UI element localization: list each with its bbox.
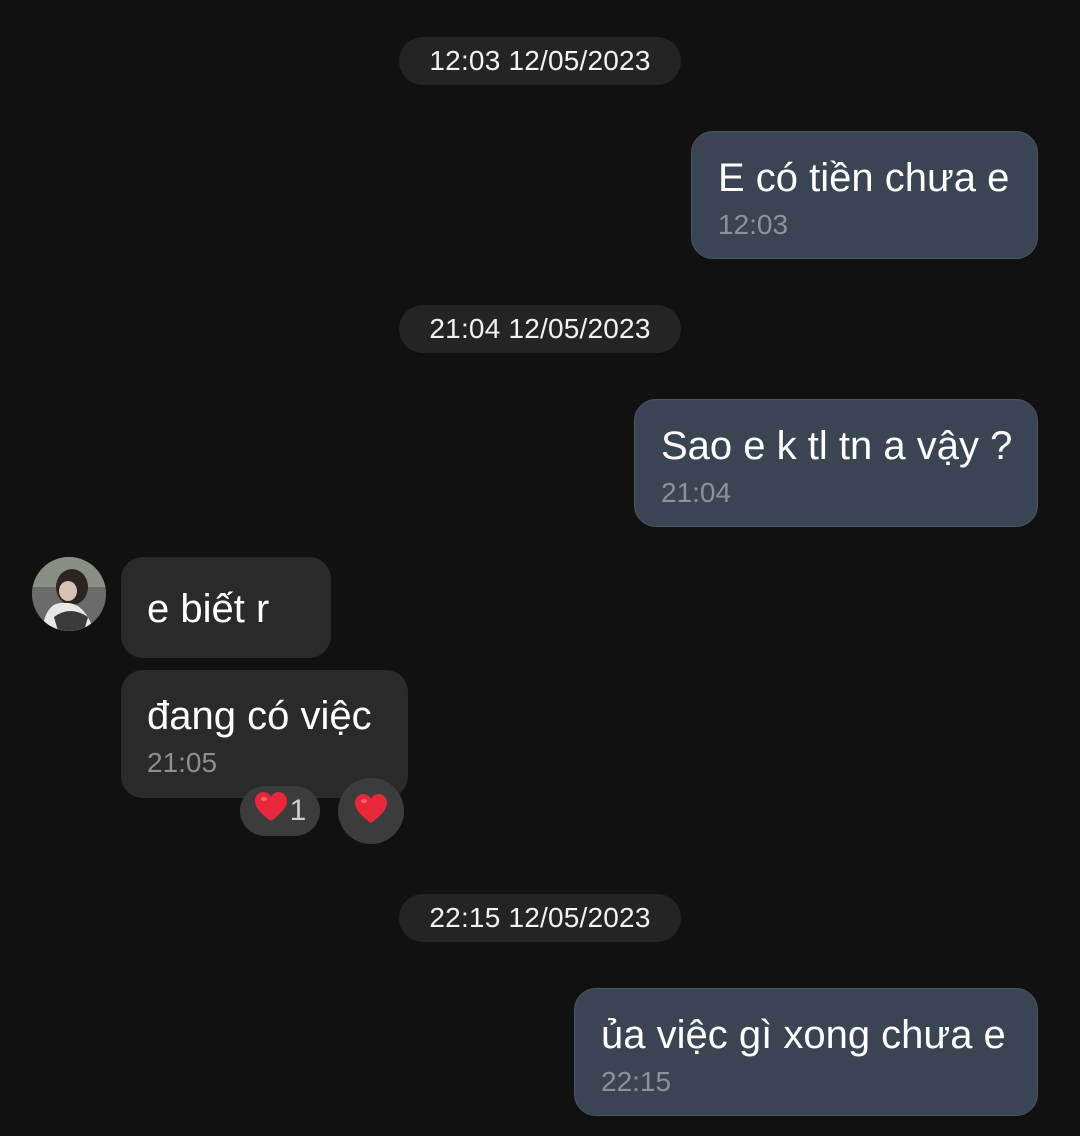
outgoing-message[interactable]: ủa việc gì xong chưa e 22:15 <box>574 988 1038 1116</box>
date-separator-label: 22:15 12/05/2023 <box>429 902 651 933</box>
heart-icon <box>354 793 388 830</box>
date-separator-label: 21:04 12/05/2023 <box>429 313 651 344</box>
incoming-message[interactable]: e biết r <box>121 557 331 658</box>
heart-icon <box>254 791 288 831</box>
date-separator: 21:04 12/05/2023 <box>399 305 681 353</box>
message-text: Sao e k tl tn a vậy ? <box>661 424 1013 468</box>
avatar-photo <box>32 557 106 631</box>
message-time: 22:15 <box>601 1066 672 1097</box>
outgoing-message[interactable]: Sao e k tl tn a vậy ? 21:04 <box>634 399 1038 527</box>
reaction-summary[interactable]: 1 <box>240 786 320 836</box>
date-separator: 22:15 12/05/2023 <box>399 894 681 942</box>
message-time: 12:03 <box>718 209 789 240</box>
date-separator-label: 12:03 12/05/2023 <box>429 45 651 76</box>
message-time: 21:04 <box>661 477 732 508</box>
date-separator: 12:03 12/05/2023 <box>399 37 681 85</box>
message-text: E có tiền chưa e <box>718 156 1010 200</box>
reaction-count: 1 <box>289 794 307 827</box>
message-text: e biết r <box>147 587 270 631</box>
contact-avatar[interactable] <box>32 557 106 631</box>
message-time: 21:05 <box>147 747 218 778</box>
outgoing-message[interactable]: E có tiền chưa e 12:03 <box>691 131 1038 259</box>
react-button[interactable] <box>338 778 404 844</box>
message-text: ủa việc gì xong chưa e <box>601 1013 1006 1057</box>
message-text: đang có việc <box>147 694 372 738</box>
